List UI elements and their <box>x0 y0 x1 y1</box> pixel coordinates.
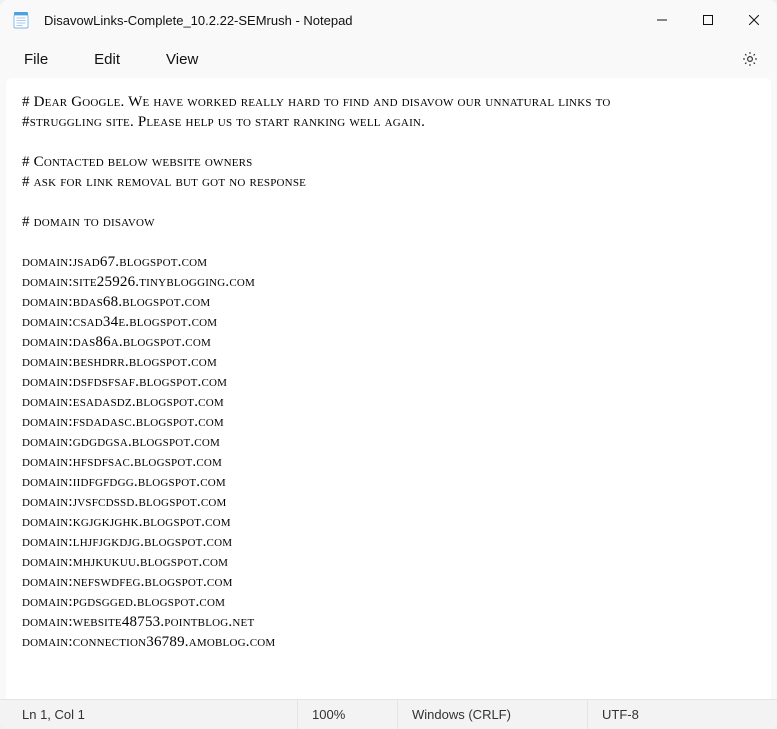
close-icon <box>749 15 759 25</box>
editor-wrap: # Dear Google. We have worked really har… <box>6 78 771 699</box>
window-title: DisavowLinks-Complete_10.2.22-SEMrush - … <box>44 13 639 28</box>
close-button[interactable] <box>731 0 777 40</box>
text-line <box>22 232 755 252</box>
text-line: domain:esadasdz.blogspot.com <box>22 392 755 412</box>
text-line: domain:mhjkukuu.blogspot.com <box>22 552 755 572</box>
text-line: # Dear Google. We have worked really har… <box>22 92 755 112</box>
text-line: domain:csad34e.blogspot.com <box>22 312 755 332</box>
text-line: domain:lhjfjgkdjg.blogspot.com <box>22 532 755 552</box>
maximize-icon <box>703 15 713 25</box>
text-line: # domain to disavow <box>22 212 755 232</box>
notepad-window: DisavowLinks-Complete_10.2.22-SEMrush - … <box>0 0 777 729</box>
text-line: domain:kgjgkjghk.blogspot.com <box>22 512 755 532</box>
text-line: domain:jvsfcdssd.blogspot.com <box>22 492 755 512</box>
text-line: domain:site25926.tinyblogging.com <box>22 272 755 292</box>
text-line: domain:bdas68.blogspot.com <box>22 292 755 312</box>
menu-edit[interactable]: Edit <box>80 45 134 74</box>
status-lineending[interactable]: Windows (CRLF) <box>398 700 588 729</box>
minimize-button[interactable] <box>639 0 685 40</box>
titlebar[interactable]: DisavowLinks-Complete_10.2.22-SEMrush - … <box>0 0 777 40</box>
text-line: domain:gdgdgsa.blogspot.com <box>22 432 755 452</box>
text-line: #struggling site. Please help us to star… <box>22 112 755 132</box>
statusbar: Ln 1, Col 1 100% Windows (CRLF) UTF-8 <box>0 699 777 729</box>
status-position[interactable]: Ln 1, Col 1 <box>8 700 298 729</box>
text-line: domain:beshdrr.blogspot.com <box>22 352 755 372</box>
text-line: domain:jsad67.blogspot.com <box>22 252 755 272</box>
status-zoom[interactable]: 100% <box>298 700 398 729</box>
window-controls <box>639 0 777 40</box>
text-line: domain:connection36789.amoblog.com <box>22 632 755 652</box>
maximize-button[interactable] <box>685 0 731 40</box>
gear-icon <box>741 50 759 68</box>
text-line: # Contacted below website owners <box>22 152 755 172</box>
menubar: File Edit View <box>0 40 777 78</box>
text-line <box>22 192 755 212</box>
text-line: domain:nefswdfeg.blogspot.com <box>22 572 755 592</box>
notepad-app-icon <box>12 11 30 29</box>
text-line: domain:dsfdsfsaf.blogspot.com <box>22 372 755 392</box>
text-line: domain:fsdadasc.blogspot.com <box>22 412 755 432</box>
text-editor[interactable]: # Dear Google. We have worked really har… <box>6 78 771 699</box>
text-line: domain:iidfgfdgg.blogspot.com <box>22 472 755 492</box>
text-line <box>22 132 755 152</box>
menu-file[interactable]: File <box>10 45 62 74</box>
text-line: domain:pgdsgged.blogspot.com <box>22 592 755 612</box>
text-line: domain:das86a.blogspot.com <box>22 332 755 352</box>
text-line: domain:hfsdfsac.blogspot.com <box>22 452 755 472</box>
minimize-icon <box>657 15 667 25</box>
settings-button[interactable] <box>733 44 767 74</box>
status-encoding[interactable]: UTF-8 <box>588 700 769 729</box>
text-line: domain:website48753.pointblog.net <box>22 612 755 632</box>
menu-view[interactable]: View <box>152 45 212 74</box>
text-line: # ask for link removal but got no respon… <box>22 172 755 192</box>
